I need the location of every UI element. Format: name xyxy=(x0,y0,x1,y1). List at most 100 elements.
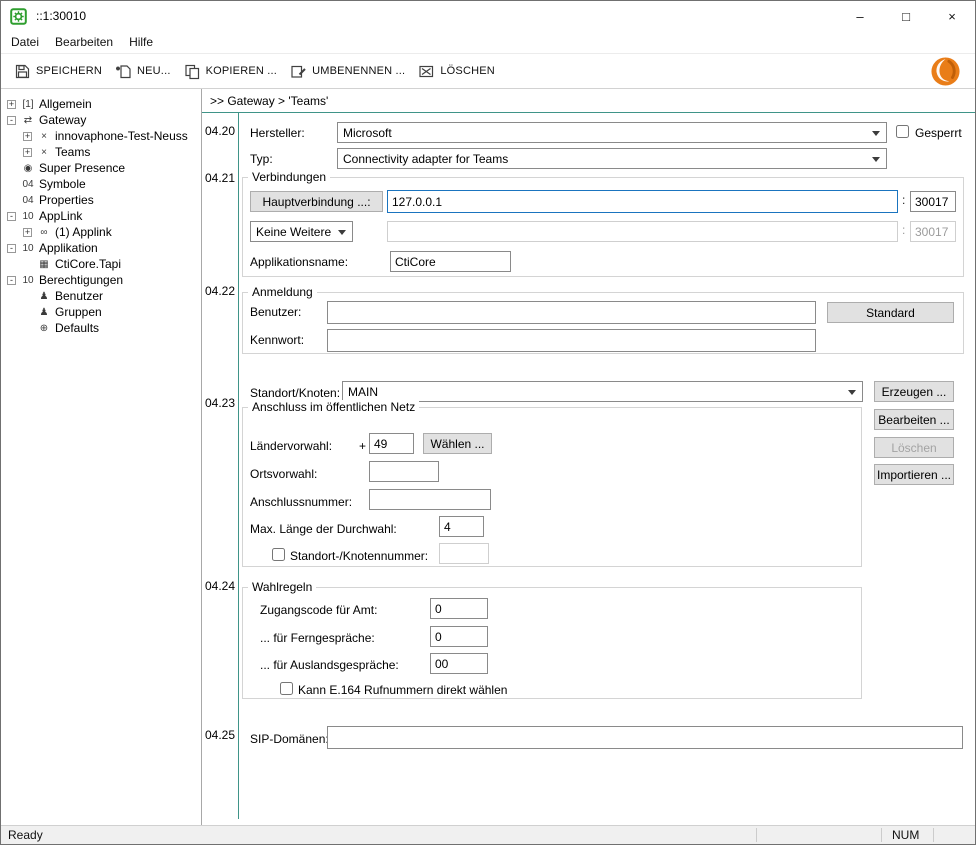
tree-item-applink[interactable]: - 10 AppLink xyxy=(1,208,201,224)
close-button[interactable]: × xyxy=(929,1,975,31)
section-number: 04.21 xyxy=(205,171,235,185)
rename-label: UMBENENNEN ... xyxy=(312,65,405,77)
tree-item-gateway[interactable]: - ⇄ Gateway xyxy=(1,112,201,128)
collapse-icon[interactable]: - xyxy=(7,212,16,221)
save-label: SPEICHERN xyxy=(36,65,102,77)
tree-item-super-presence[interactable]: ◉ Super Presence xyxy=(1,160,201,176)
menu-bearbeiten[interactable]: Bearbeiten xyxy=(47,31,121,53)
save-icon xyxy=(14,63,31,80)
menu-datei[interactable]: Datei xyxy=(3,31,47,53)
bearbeiten-button[interactable]: Bearbeiten ... xyxy=(874,409,954,430)
collapse-icon[interactable]: - xyxy=(7,116,16,125)
tree-item-label: Symbole xyxy=(39,177,86,191)
pbx-icon: × xyxy=(36,147,52,158)
tree-item-allgemein[interactable]: + [1] Allgemein xyxy=(1,96,201,112)
typ-select[interactable]: Connectivity adapter for Teams xyxy=(337,148,887,169)
gesperrt-checkbox[interactable] xyxy=(896,125,909,138)
anschlussnummer-input[interactable] xyxy=(369,489,491,510)
benutzer-input[interactable] xyxy=(327,301,816,324)
importieren-button[interactable]: Importieren ... xyxy=(874,464,954,485)
statusbar-separator xyxy=(881,828,882,842)
weitere-verbindung-select[interactable]: Keine Weitere xyxy=(250,221,353,242)
defaults-icon: ⊕ xyxy=(36,323,52,334)
kennwort-label: Kennwort: xyxy=(250,333,304,347)
num-lock-indicator: NUM xyxy=(892,828,919,842)
typ-label: Typ: xyxy=(250,152,273,166)
tree-item-cticore-tapi[interactable]: ▦ CtiCore.Tapi xyxy=(1,256,201,272)
e164-checkbox[interactable] xyxy=(280,682,293,695)
hauptverbindung-button[interactable]: Hauptverbindung ...: xyxy=(250,191,383,212)
section-number: 04.24 xyxy=(205,579,235,593)
maximize-button[interactable]: □ xyxy=(883,1,929,31)
menu-hilfe[interactable]: Hilfe xyxy=(121,31,161,53)
standard-button[interactable]: Standard xyxy=(827,302,954,323)
new-button[interactable]: NEU... xyxy=(115,63,171,80)
kennwort-input[interactable] xyxy=(327,329,816,352)
host-input[interactable] xyxy=(387,190,898,213)
window-controls: – □ × xyxy=(837,1,975,31)
tree-item-applikation[interactable]: - 10 Applikation xyxy=(1,240,201,256)
knotennummer-checkbox[interactable] xyxy=(272,548,285,561)
save-button[interactable]: SPEICHERN xyxy=(14,63,102,80)
collapse-icon[interactable]: - xyxy=(7,276,16,285)
rename-button[interactable]: UMBENENNEN ... xyxy=(290,63,405,80)
erzeugen-button[interactable]: Erzeugen ... xyxy=(874,381,954,402)
applikationsname-input[interactable] xyxy=(390,251,511,272)
tree-item-defaults[interactable]: ⊕ Defaults xyxy=(1,320,201,336)
tree-item-properties[interactable]: 04 Properties xyxy=(1,192,201,208)
tree-item-gruppen[interactable]: ♟ Gruppen xyxy=(1,304,201,320)
auslandsgespraeche-label: ... für Auslandsgespräche: xyxy=(260,658,399,672)
auslandsgespraeche-input[interactable] xyxy=(430,653,488,674)
collapse-icon[interactable]: - xyxy=(7,244,16,253)
verbindungen-legend: Verbindungen xyxy=(248,170,330,184)
applink-icon: 10 xyxy=(20,211,36,222)
sip-domaenen-label: SIP-Domänen: xyxy=(250,732,329,746)
maxlaenge-label: Max. Länge der Durchwahl: xyxy=(250,522,397,536)
port-input[interactable] xyxy=(910,191,956,212)
navigation-tree: + [1] Allgemein - ⇄ Gateway + × innovaph… xyxy=(1,89,202,825)
content-pane: 04.20 Hersteller: Microsoft Gesperrt Typ… xyxy=(202,113,975,825)
anmeldung-legend: Anmeldung xyxy=(248,285,317,299)
amt-input[interactable] xyxy=(430,598,488,619)
minimize-button[interactable]: – xyxy=(837,1,883,31)
tree-item-innovaphone-test-neuss[interactable]: + × innovaphone-Test-Neuss xyxy=(1,128,201,144)
pbx-icon: × xyxy=(36,131,52,142)
waehlen-button[interactable]: Wählen ... xyxy=(423,433,492,454)
plus-sign: + xyxy=(359,439,366,453)
toolbar: SPEICHERN NEU... KOPIEREN ... UMBENENNEN… xyxy=(1,53,975,89)
chevron-down-icon xyxy=(338,230,346,235)
tree-item-label: Gateway xyxy=(39,113,86,127)
laendervorwahl-input[interactable] xyxy=(369,433,414,454)
ortsvorwahl-input[interactable] xyxy=(369,461,439,482)
statusbar-separator xyxy=(756,828,757,842)
tree-item-label: Gruppen xyxy=(55,305,102,319)
tree-item-symbole[interactable]: 04 Symbole xyxy=(1,176,201,192)
tree-item-label: Defaults xyxy=(55,321,99,335)
delete-button[interactable]: LÖSCHEN xyxy=(418,63,495,80)
maxlaenge-input[interactable] xyxy=(439,516,484,537)
rename-icon xyxy=(290,63,307,80)
hersteller-select[interactable]: Microsoft xyxy=(337,122,887,143)
new-icon xyxy=(115,63,132,80)
tree-item-label: Properties xyxy=(39,193,94,207)
standort-select[interactable]: MAIN xyxy=(342,381,863,402)
expand-icon[interactable]: + xyxy=(23,148,32,157)
statusbar-separator xyxy=(933,828,934,842)
tree-item-applink-1[interactable]: + ∞ (1) Applink xyxy=(1,224,201,240)
expand-icon[interactable]: + xyxy=(7,100,16,109)
chevron-down-icon xyxy=(872,157,880,162)
app-gear-icon xyxy=(10,8,27,25)
tree-item-berechtigungen[interactable]: - 10 Berechtigungen xyxy=(1,272,201,288)
applikationsname-label: Applikationsname: xyxy=(250,255,348,269)
copy-button[interactable]: KOPIEREN ... xyxy=(184,63,277,80)
expand-icon[interactable]: + xyxy=(23,228,32,237)
ferngespraeche-input[interactable] xyxy=(430,626,488,647)
tree-item-benutzer[interactable]: ♟ Benutzer xyxy=(1,288,201,304)
knotennummer-input xyxy=(439,543,489,564)
port-separator: : xyxy=(902,223,905,237)
tree-item-teams[interactable]: + × Teams xyxy=(1,144,201,160)
window-icon: ▦ xyxy=(36,259,52,270)
expand-icon[interactable]: + xyxy=(23,132,32,141)
sip-domaenen-input[interactable] xyxy=(327,726,963,749)
presence-icon: ◉ xyxy=(20,163,36,174)
